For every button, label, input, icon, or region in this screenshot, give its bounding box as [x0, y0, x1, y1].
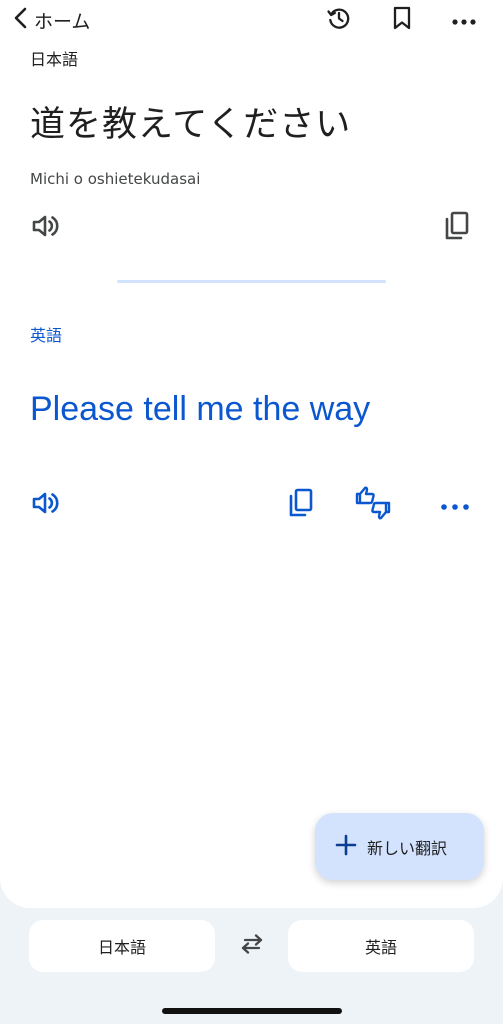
more-icon [451, 11, 477, 30]
copy-icon [287, 487, 315, 523]
copy-icon [443, 210, 471, 246]
swap-icon [238, 932, 266, 960]
home-indicator[interactable] [162, 1008, 342, 1014]
source-copy-button[interactable] [438, 208, 476, 248]
new-translation-button[interactable]: 新しい翻訳 [315, 813, 484, 880]
more-icon [439, 496, 471, 515]
rate-translation-button[interactable] [352, 485, 394, 525]
top-bar: ホーム [0, 0, 503, 40]
source-romanization: Michi o oshietekudasai [30, 170, 201, 188]
target-copy-button[interactable] [282, 485, 320, 525]
history-button[interactable] [322, 4, 356, 36]
source-language-button-label: 日本語 [97, 938, 146, 957]
bookmark-icon [391, 5, 413, 35]
new-translation-label: 新しい翻訳 [367, 838, 448, 858]
bookmark-button[interactable] [386, 4, 418, 36]
swap-languages-button[interactable] [234, 928, 270, 964]
translation-card: ホーム 日本語 道を教えてください Michi o oshietekudasai [0, 0, 503, 908]
back-label: ホーム [34, 10, 91, 33]
target-more-button[interactable] [436, 490, 474, 520]
chevron-left-icon [12, 7, 30, 33]
back-button[interactable]: ホーム [12, 4, 90, 36]
plus-icon [335, 834, 357, 860]
history-icon [326, 5, 352, 35]
target-listen-button[interactable] [26, 487, 66, 523]
section-divider [117, 280, 386, 283]
source-listen-button[interactable] [26, 210, 66, 246]
source-text[interactable]: 道を教えてください [30, 96, 351, 147]
target-language-button[interactable]: 英語 [288, 920, 474, 972]
speaker-icon [30, 212, 62, 244]
source-language-button[interactable]: 日本語 [29, 920, 215, 972]
target-language-button-label: 英語 [364, 938, 397, 957]
speaker-icon [30, 489, 62, 521]
source-language-label: 日本語 [30, 50, 79, 69]
thumbs-up-down-icon [354, 485, 392, 525]
target-text[interactable]: Please tell me the way [30, 390, 370, 429]
target-language-label: 英語 [30, 326, 63, 345]
more-button[interactable] [446, 4, 482, 36]
